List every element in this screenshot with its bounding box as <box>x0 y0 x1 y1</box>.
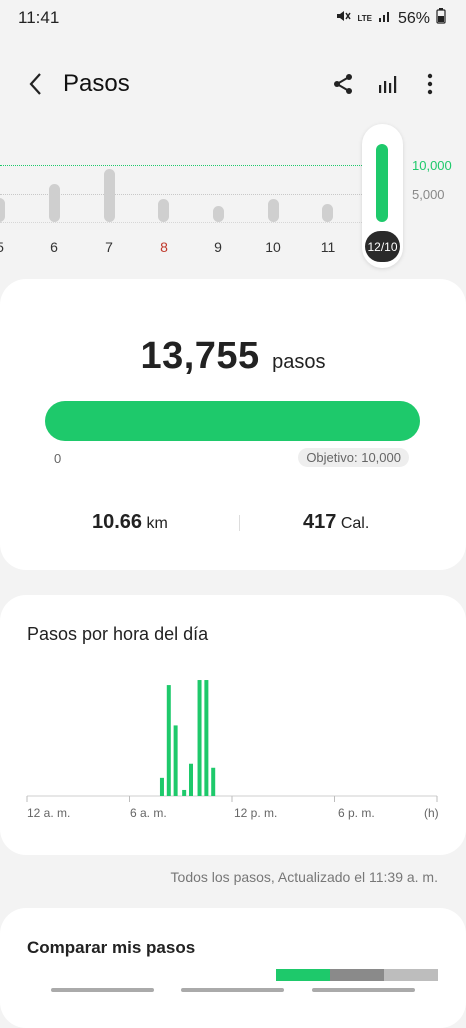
progress-start-label: 0 <box>54 451 62 466</box>
hourly-bar <box>211 767 216 796</box>
steps-unit: pasos <box>272 351 326 373</box>
hourly-bar <box>182 789 187 796</box>
compare-title: Comparar mis pasos <box>27 938 196 957</box>
hourly-bar <box>173 725 178 796</box>
bar-chart-icon <box>379 76 397 93</box>
back-arrow-icon <box>29 73 41 95</box>
summary-card: 13,755 pasos 0 Objetivo: 10,000 10.66 km… <box>0 279 466 570</box>
hourly-bar <box>159 777 164 796</box>
share-icon <box>334 74 352 94</box>
status-time: 11:41 <box>18 8 60 27</box>
battery-icon <box>436 8 446 29</box>
day-label-9: 9 <box>214 239 222 255</box>
hourly-bar <box>166 685 171 796</box>
calories-unit: Cal. <box>340 515 370 532</box>
compare-bar-you <box>276 969 330 981</box>
steps-total: 13,755 pasos <box>0 335 466 378</box>
steps-progress-fill <box>45 401 420 441</box>
axis-label-6am: 6 a. m. <box>130 806 167 820</box>
day-bar-5[interactable] <box>0 198 5 222</box>
distance-unit: km <box>146 515 168 532</box>
goal-label: Objetivo: 10,000 <box>298 448 409 467</box>
day-bar-11[interactable] <box>322 204 333 222</box>
hourly-bar <box>197 680 202 796</box>
day-bar-10[interactable] <box>268 199 279 222</box>
updated-footnote: Todos los pasos, Actualizado el 11:39 a.… <box>170 869 438 885</box>
nav-back[interactable] <box>312 988 415 992</box>
axis-label-6pm: 6 p. m. <box>338 806 375 820</box>
battery-text: 56% <box>397 9 430 27</box>
day-bar-6[interactable] <box>49 184 60 222</box>
axis-label-hours: (h) <box>424 806 439 820</box>
hourly-title: Pasos por hora del día <box>27 624 209 644</box>
nav-home[interactable] <box>181 988 284 992</box>
selected-day-label: 12/10 <box>365 231 400 262</box>
day-bar-7[interactable] <box>104 169 115 222</box>
compare-bar-mid <box>330 969 384 981</box>
compare-bar-high <box>384 969 438 981</box>
day-label-5: 5 <box>0 239 15 255</box>
hourly-chart <box>26 680 438 802</box>
baseline <box>0 222 400 223</box>
stat-divider <box>239 515 240 531</box>
axis-label-12am: 12 a. m. <box>27 806 71 820</box>
calories-value: 417 <box>303 511 337 533</box>
lte-indicator: LTE <box>357 13 372 23</box>
status-icons: LTE 56% <box>335 8 446 29</box>
more-options-button[interactable] <box>414 68 446 100</box>
steps-count: 13,755 <box>140 335 260 377</box>
day-label-7: 7 <box>105 239 113 255</box>
back-button[interactable] <box>20 68 52 100</box>
target-high-label: 10,000 <box>412 158 452 173</box>
day-bar-8[interactable] <box>158 199 169 222</box>
goal-line-5000 <box>0 194 400 195</box>
trends-button[interactable] <box>372 68 404 100</box>
nav-recent[interactable] <box>51 988 154 992</box>
more-vertical-icon <box>427 73 433 95</box>
day-bar-9[interactable] <box>213 206 224 222</box>
day-label-6: 6 <box>50 239 58 255</box>
day-label-11: 11 <box>320 239 336 255</box>
mute-icon <box>335 8 352 29</box>
day-label-10: 10 <box>265 239 281 255</box>
steps-progress-bar <box>45 401 420 441</box>
goal-line-10000 <box>0 165 362 166</box>
day-label-8: 8 <box>160 239 168 255</box>
share-button[interactable] <box>327 68 359 100</box>
hourly-bar <box>189 763 193 796</box>
axis-label-12pm: 12 p. m. <box>234 806 278 820</box>
day-bar-12 <box>376 144 388 222</box>
target-low-label: 5,000 <box>412 187 445 202</box>
signal-icon <box>378 9 392 28</box>
distance-value: 10.66 <box>92 511 143 533</box>
hourly-card: Pasos por hora del día 12 a. m. 6 a. m. … <box>0 595 466 855</box>
calories-stat: 417 Cal. <box>303 511 369 534</box>
compare-card[interactable]: Comparar mis pasos <box>0 908 466 1028</box>
hourly-bar <box>204 680 209 796</box>
page-title: Pasos <box>63 70 130 97</box>
distance-stat: 10.66 km <box>92 511 168 534</box>
